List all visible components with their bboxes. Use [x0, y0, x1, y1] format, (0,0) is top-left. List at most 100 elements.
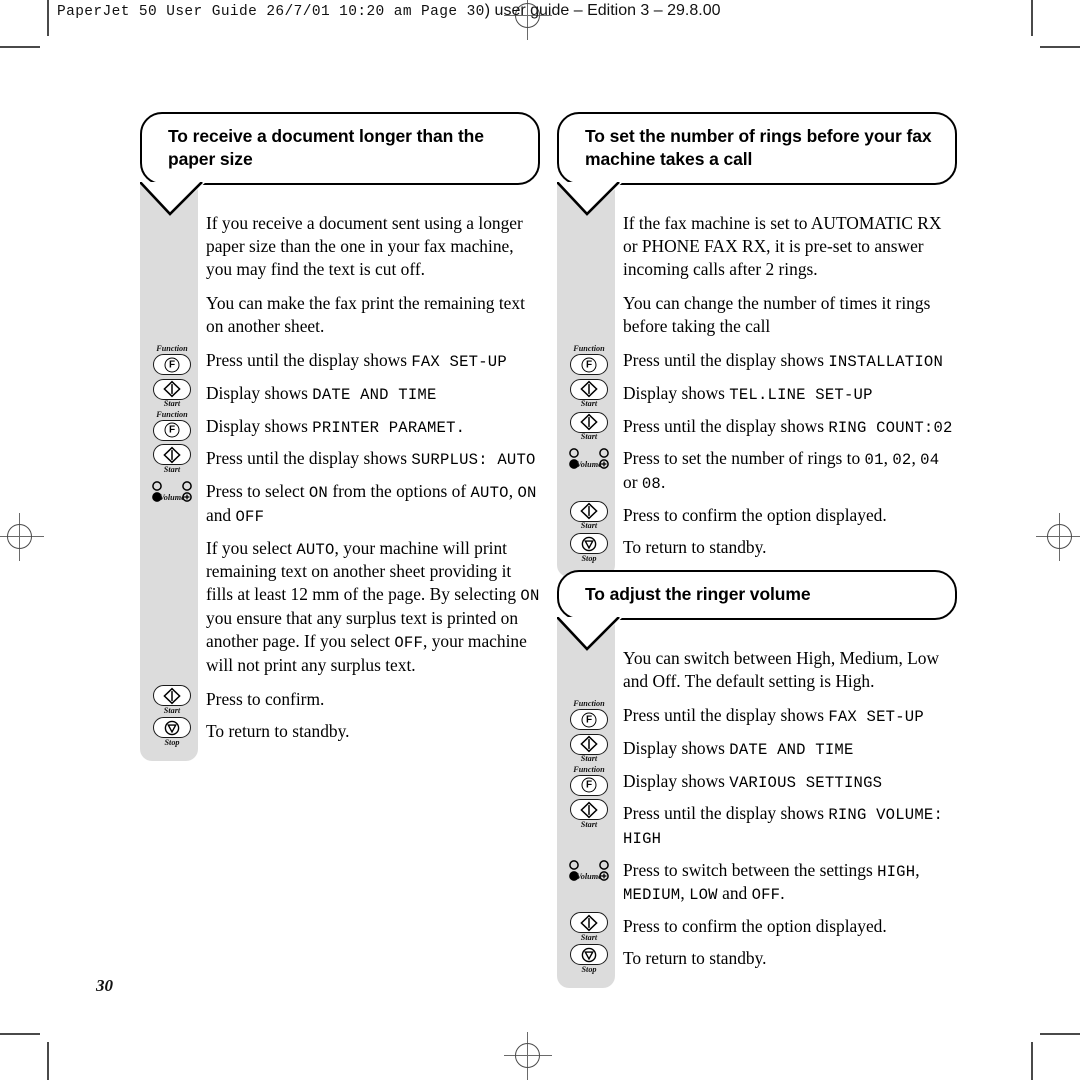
start-diamond-icon	[163, 687, 181, 705]
instruction-row: Function F Display shows VARIOUS SETTINGS	[557, 765, 957, 803]
instruction-control-cell: Stop	[140, 717, 206, 752]
function-button[interactable]: Function F	[565, 344, 613, 376]
heading-bubble-body: To receive a document longer than the pa…	[140, 112, 540, 185]
start-button-oval[interactable]	[570, 378, 608, 400]
start-button[interactable]: Start	[565, 411, 613, 442]
volume-buttons[interactable]: Volume	[565, 447, 613, 470]
instruction-row: Start Press until the display shows RING …	[557, 411, 957, 448]
function-button-oval[interactable]: F	[153, 354, 191, 376]
speech-bubble-tail	[139, 180, 206, 216]
function-button-oval[interactable]: F	[570, 709, 608, 731]
start-button[interactable]: Start	[565, 733, 613, 764]
svg-text:Volume: Volume	[159, 493, 185, 502]
start-button-oval[interactable]	[570, 500, 608, 522]
instruction-text: Press until the display shows RING VOLUM…	[623, 803, 944, 848]
stop-triangle-icon	[581, 947, 597, 963]
instruction-control-cell: Function F	[140, 410, 206, 448]
function-button-oval[interactable]: F	[153, 419, 191, 441]
instruction-row: Start Display shows DATE AND TIME	[140, 378, 540, 415]
stop-button-oval[interactable]	[153, 717, 191, 739]
start-button-oval[interactable]	[153, 378, 191, 400]
page-number: 30	[96, 976, 113, 995]
stop-button-oval[interactable]	[570, 944, 608, 966]
start-button-oval[interactable]	[153, 444, 191, 466]
instruction-text: Press to switch between the settings HIG…	[623, 859, 920, 905]
speech-bubble-tail	[556, 615, 623, 651]
start-button-oval[interactable]	[570, 799, 608, 821]
instruction-control-cell: Stop	[557, 944, 623, 979]
instruction-text: Press to confirm the option displayed.	[623, 916, 887, 937]
start-button[interactable]: Start	[565, 912, 613, 942]
stop-button-caption: Stop	[581, 553, 597, 563]
svg-text:Volume: Volume	[576, 460, 602, 469]
instruction-row: You can change the number of times it ri…	[557, 292, 957, 349]
instruction-text: You can change the number of times it ri…	[623, 292, 931, 337]
instruction-row: If you select AUTO, your machine will pr…	[140, 537, 540, 689]
stop-button[interactable]: Stop	[565, 944, 613, 974]
start-button-oval[interactable]	[570, 411, 608, 433]
instruction-text: If you select AUTO, your machine will pr…	[206, 537, 540, 676]
instruction-text: Display shows PRINTER PARAMET.	[206, 415, 466, 437]
instruction-row: You can make the fax print the remaining…	[140, 292, 540, 349]
start-button-caption: Start	[163, 705, 181, 715]
function-button[interactable]: Function F	[565, 765, 613, 796]
running-head-edition: ) user guide – Edition 3 – 29.8.00	[484, 2, 721, 19]
instruction-control-cell	[557, 212, 623, 292]
instruction-text: Press until the display shows FAX SET-UP	[206, 350, 507, 372]
start-button[interactable]: Start	[565, 500, 613, 531]
instruction-list: If the fax machine is set to AUTOMATIC R…	[557, 212, 957, 569]
function-button-oval[interactable]: F	[570, 354, 608, 376]
start-button[interactable]: Start	[148, 444, 196, 474]
instruction-text: Display shows DATE AND TIME	[623, 737, 854, 759]
instruction-control-cell: Volume	[140, 480, 206, 536]
stop-button[interactable]: Stop	[148, 717, 196, 747]
start-button[interactable]: Start	[565, 799, 613, 829]
instruction-control-cell: Function F	[557, 765, 623, 803]
instruction-row: Volume Press to select ON from the option…	[140, 480, 540, 536]
heading-bubble-body: To set the number of rings before your f…	[557, 112, 957, 185]
stop-button[interactable]: Stop	[565, 533, 613, 563]
start-button-caption: Start	[580, 754, 598, 764]
start-button-caption: Start	[580, 521, 598, 531]
section-receive-longer-document: To receive a document longer than the pa…	[139, 112, 540, 762]
instruction-row: Volume Press to switch between the settin…	[557, 859, 957, 915]
start-button[interactable]: Start	[148, 378, 196, 409]
instruction-text: To return to standby.	[623, 537, 767, 558]
instruction-row: Start Press until the display shows RING …	[557, 799, 957, 858]
start-button[interactable]: Start	[565, 378, 613, 409]
function-key-letter-icon: F	[164, 357, 180, 373]
start-button-oval[interactable]	[570, 733, 608, 755]
heading-bubble-body: To adjust the ringer volume	[557, 570, 957, 620]
start-diamond-icon	[580, 413, 598, 431]
instruction-text: Press to confirm the option displayed.	[623, 504, 887, 525]
instruction-text: Press until the display shows INSTALLATI…	[623, 350, 944, 372]
instruction-text: Display shows VARIOUS SETTINGS	[623, 770, 883, 792]
start-diamond-icon	[580, 735, 598, 753]
start-button[interactable]: Start	[148, 685, 196, 715]
function-button[interactable]: Function F	[148, 344, 196, 376]
volume-buttons[interactable]: Volume	[565, 859, 613, 882]
stop-button-oval[interactable]	[570, 533, 608, 555]
running-head: PaperJet 50 User Guide 26/7/01 10:20 am …	[57, 2, 1057, 28]
function-button[interactable]: Function F	[565, 699, 613, 731]
function-button-caption: Function	[573, 344, 605, 354]
crop-mark-bottom-left-horizontal	[0, 1033, 40, 1035]
instruction-control-cell: Start	[557, 912, 623, 947]
function-button-oval[interactable]: F	[570, 774, 608, 796]
start-button-caption: Start	[580, 432, 598, 442]
section-body: You can switch between High, Medium, Low…	[557, 616, 957, 989]
instruction-control-cell: Start	[140, 685, 206, 720]
start-button-caption: Start	[580, 932, 598, 942]
stop-triangle-icon	[581, 536, 597, 551]
instruction-row: Function F Press until the display shows F…	[140, 344, 540, 382]
instruction-row: Stop To return to standby.	[557, 533, 957, 568]
function-button[interactable]: Function F	[148, 410, 196, 441]
volume-buttons[interactable]: Volume	[148, 480, 196, 503]
start-button-oval[interactable]	[570, 912, 608, 934]
stop-button-caption: Stop	[581, 964, 597, 974]
start-button-oval[interactable]	[153, 685, 191, 707]
instruction-row: Start Press to confirm.	[140, 685, 540, 720]
instruction-text: Press to confirm.	[206, 689, 325, 710]
crop-mark-top-left-horizontal	[0, 46, 40, 48]
crop-mark-top-right-horizontal	[1040, 46, 1080, 48]
